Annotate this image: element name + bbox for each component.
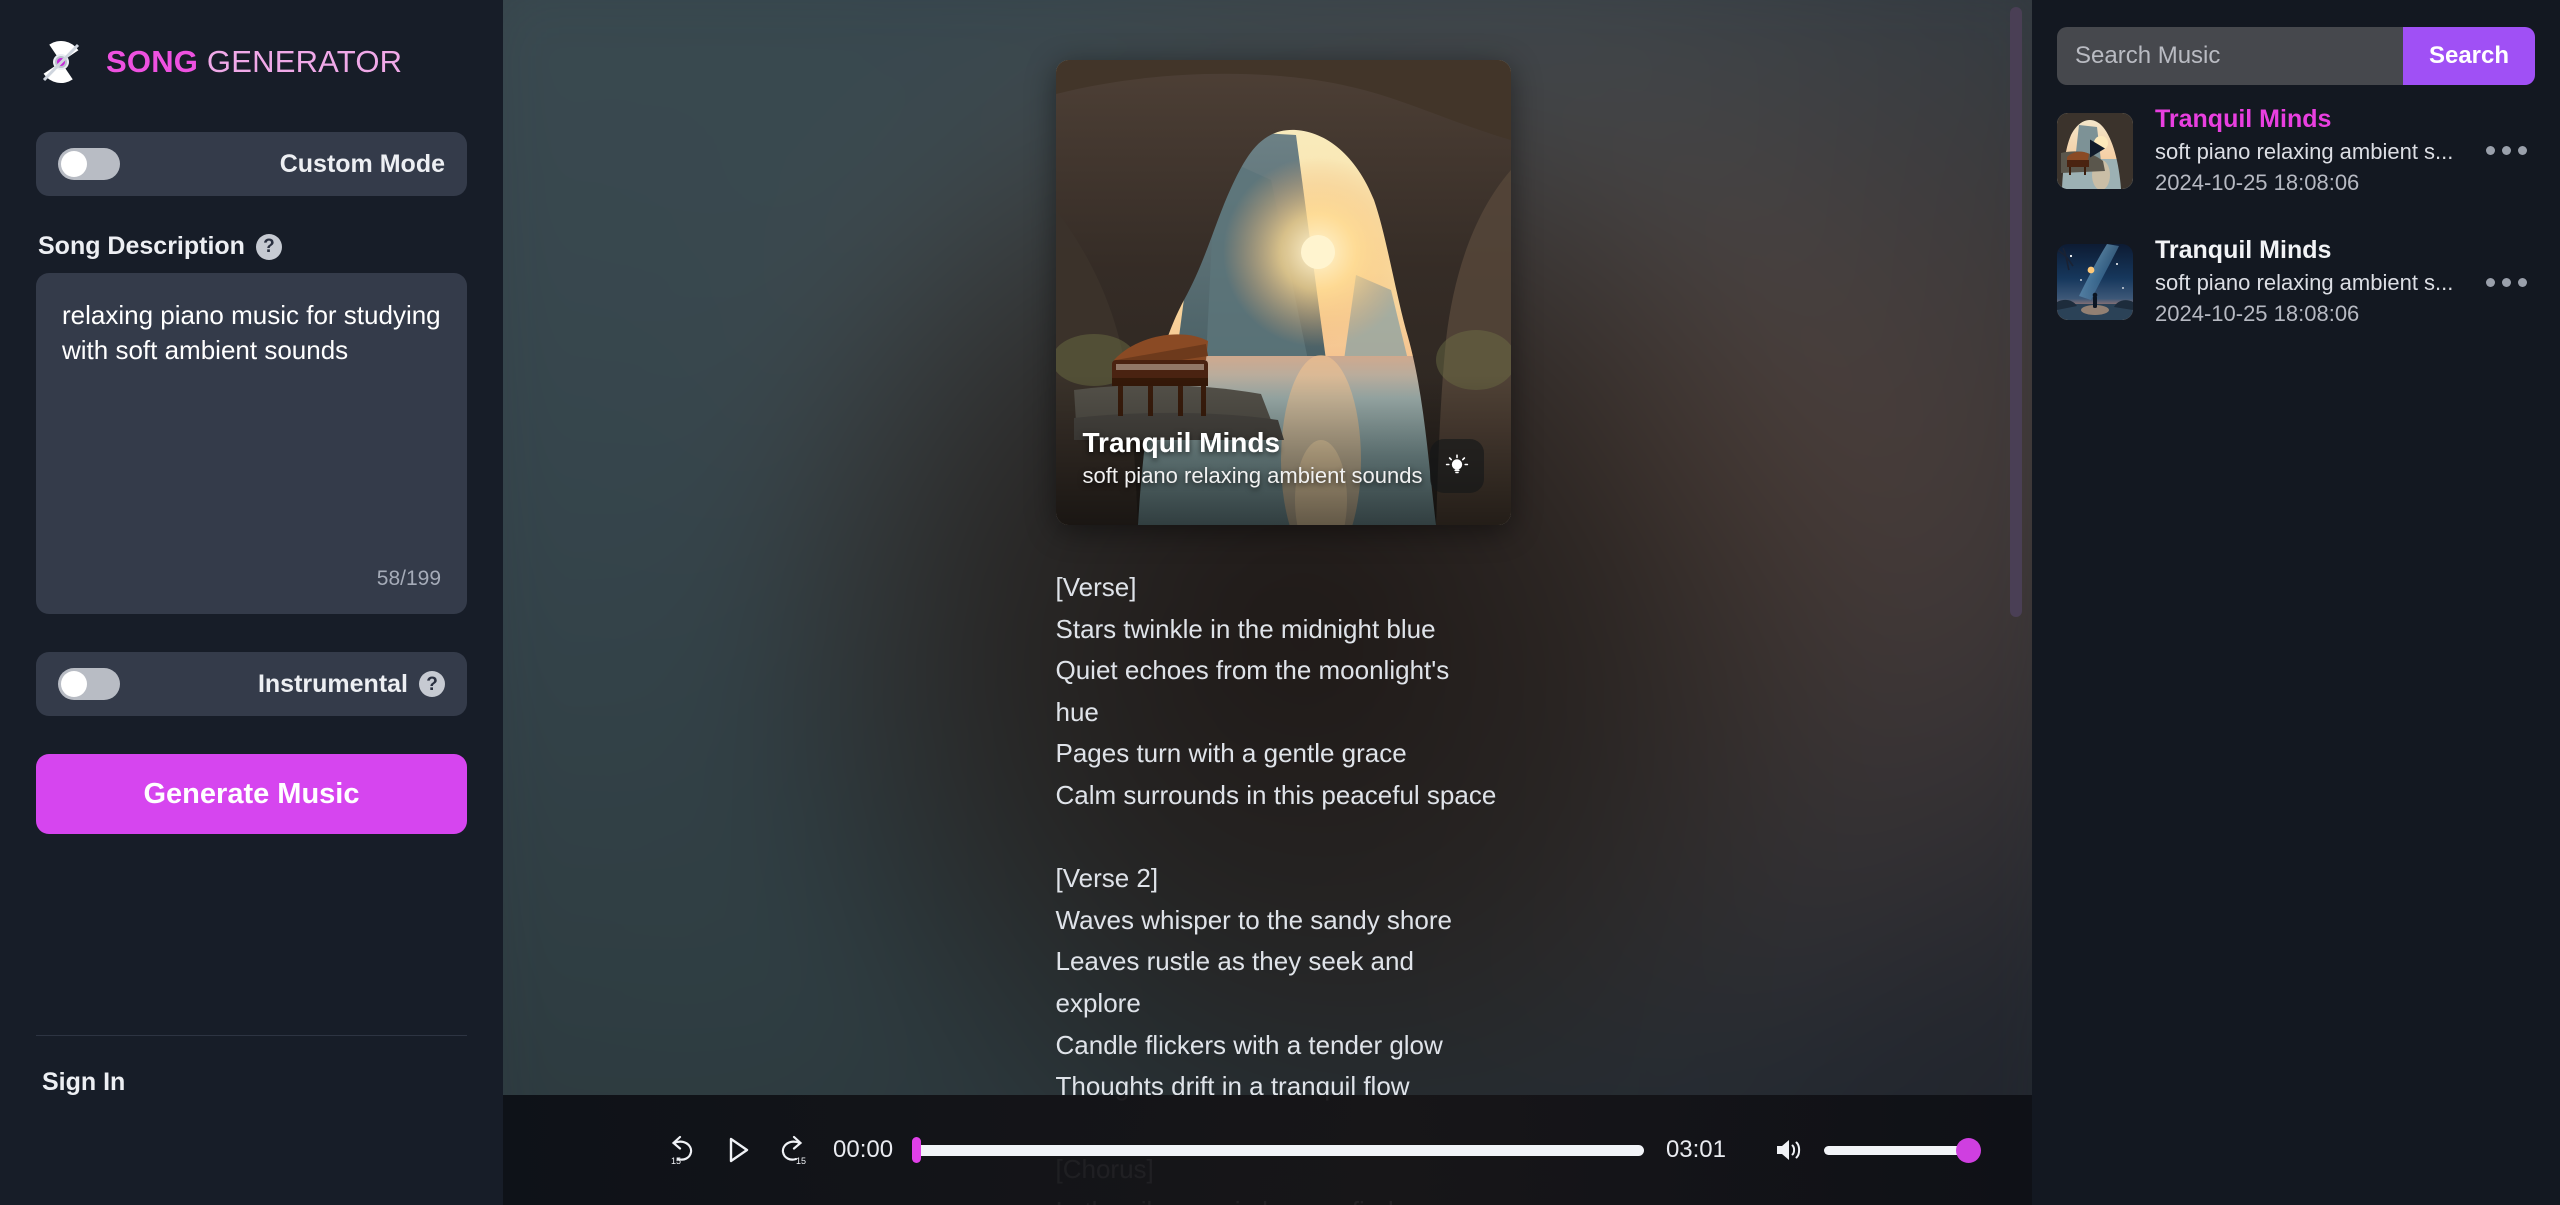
track-subtitle: soft piano relaxing ambient s...	[2155, 270, 2454, 296]
list-item[interactable]: Tranquil Minds soft piano relaxing ambie…	[2057, 85, 2535, 216]
brand-header: SONG GENERATOR	[0, 0, 503, 87]
track-meta: Tranquil Minds soft piano relaxing ambie…	[2155, 234, 2456, 329]
brand-title: SONG GENERATOR	[106, 44, 402, 80]
duration-time: 03:01	[1665, 1136, 1726, 1163]
volume-slider[interactable]	[1824, 1137, 1981, 1163]
help-icon[interactable]: ?	[255, 233, 282, 260]
app-root: SONG GENERATOR Custom Mode Song Descript…	[0, 0, 2560, 1205]
instrumental-row[interactable]: Instrumental ?	[36, 652, 467, 716]
char-counter: 58/199	[376, 567, 441, 590]
progress-track	[915, 1144, 1644, 1156]
track-title: Tranquil Minds	[2155, 105, 2332, 133]
speaker-icon[interactable]	[1774, 1136, 1804, 1164]
more-options-icon[interactable]	[2478, 277, 2535, 287]
main-content: Tranquil Minds soft piano relaxing ambie…	[503, 0, 2032, 1205]
artwork-title: Tranquil Minds	[1082, 427, 1281, 458]
forward-15-icon[interactable]: 15	[765, 1122, 821, 1178]
vinyl-record-icon	[36, 37, 86, 87]
progress-knob[interactable]	[912, 1137, 922, 1163]
track-date: 2024-10-25 18:08:06	[2155, 300, 2360, 326]
search-input[interactable]	[2057, 27, 2403, 85]
custom-mode-row[interactable]: Custom Mode	[36, 132, 467, 196]
svg-text:15: 15	[796, 1156, 806, 1166]
track-subtitle: soft piano relaxing ambient s...	[2155, 138, 2454, 164]
custom-mode-label-wrap: Custom Mode	[120, 150, 445, 179]
sidebar: SONG GENERATOR Custom Mode Song Descript…	[0, 0, 503, 1205]
instrumental-toggle[interactable]	[58, 668, 120, 700]
main-scroll-area[interactable]: Tranquil Minds soft piano relaxing ambie…	[503, 0, 2032, 1205]
search-bar: Search	[2057, 27, 2535, 85]
rewind-15-icon[interactable]: 15	[653, 1122, 709, 1178]
song-description-value: relaxing piano music for studying with s…	[62, 300, 441, 365]
sidebar-bottom-space	[0, 1097, 503, 1205]
svg-text:15: 15	[671, 1156, 681, 1166]
help-icon[interactable]: ?	[419, 671, 445, 697]
play-icon[interactable]	[709, 1122, 765, 1178]
custom-mode-toggle[interactable]	[58, 148, 120, 180]
track-list: Tranquil Minds soft piano relaxing ambie…	[2057, 85, 2535, 348]
play-icon[interactable]	[2080, 133, 2110, 168]
volume-control	[1774, 1136, 1981, 1164]
custom-mode-label: Custom Mode	[279, 149, 445, 178]
artwork-subtitle: soft piano relaxing ambient sounds	[1082, 463, 1423, 488]
track-thumbnail	[2057, 244, 2133, 321]
generate-music-button[interactable]: Generate Music	[36, 754, 467, 834]
track-meta: Tranquil Minds soft piano relaxing ambie…	[2155, 103, 2456, 198]
volume-knob[interactable]	[1956, 1137, 1981, 1163]
list-item[interactable]: Tranquil Minds soft piano relaxing ambie…	[2057, 216, 2535, 347]
brand-title-strong: SONG	[106, 44, 199, 79]
lightbulb-icon[interactable]	[1429, 439, 1484, 493]
brand-title-light: GENERATOR	[206, 44, 403, 79]
main-scrollbar[interactable]	[2010, 7, 2022, 617]
song-description-label: Song Description	[38, 232, 245, 260]
song-detail-column: Tranquil Minds soft piano relaxing ambie…	[1038, 60, 1511, 1205]
instrumental-label-wrap: Instrumental ?	[120, 670, 445, 699]
song-description-input[interactable]: relaxing piano music for studying with s…	[36, 273, 467, 614]
track-date: 2024-10-25 18:08:06	[2155, 169, 2360, 195]
progress-slider[interactable]	[912, 1137, 1644, 1163]
audio-player-bar: 15 15 00:00 03:01	[503, 1095, 2032, 1205]
album-artwork-card: Tranquil Minds soft piano relaxing ambie…	[1055, 60, 1511, 525]
search-button[interactable]: Search	[2403, 27, 2535, 85]
sign-in-link[interactable]: Sign In	[0, 1036, 503, 1097]
library-panel: Search Music Search Tranquil Minds soft …	[2032, 0, 2560, 1205]
track-title: Tranquil Minds	[2155, 236, 2332, 265]
song-description-label-row: Song Description ?	[38, 232, 503, 261]
track-thumbnail	[2057, 112, 2133, 189]
instrumental-label: Instrumental	[257, 669, 408, 698]
current-time: 00:00	[833, 1136, 894, 1163]
more-options-icon[interactable]	[2478, 146, 2535, 156]
